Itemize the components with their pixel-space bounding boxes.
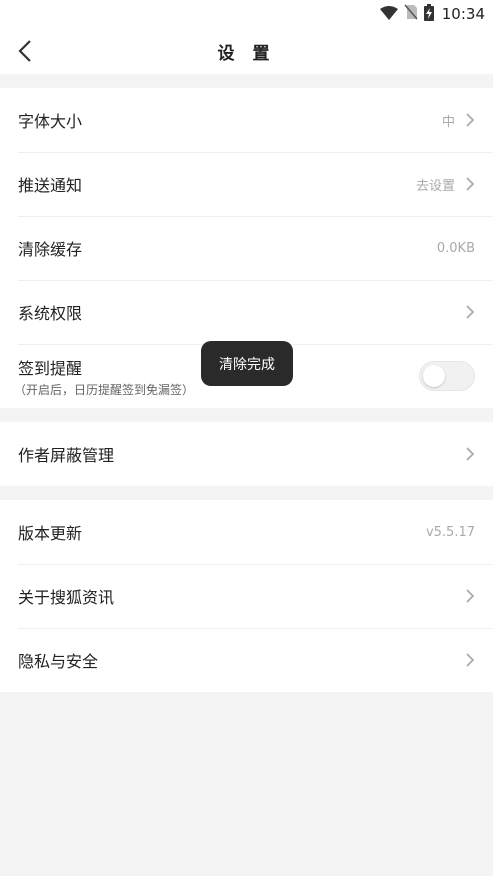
status-bar: 10:34 [0, 0, 493, 28]
header: 设 置 [0, 28, 493, 74]
about-label: 关于搜狐资讯 [18, 588, 115, 607]
privacy-label: 隐私与安全 [18, 652, 99, 671]
blocked-authors-row[interactable]: 作者屏蔽管理 [0, 422, 493, 486]
chevron-left-icon [18, 40, 31, 62]
privacy-row[interactable]: 隐私与安全 [0, 628, 493, 692]
push-row[interactable]: 推送通知 去设置 [0, 152, 493, 216]
cache-size: 0.0KB [436, 240, 475, 256]
font-size-value: 中 [441, 114, 455, 130]
page-title: 设 置 [217, 43, 276, 64]
status-time: 10:34 [441, 5, 485, 23]
font-size-label: 字体大小 [18, 112, 83, 131]
checkin-toggle[interactable] [419, 361, 475, 391]
settings-group-3: 版本更新 v5.5.17 关于搜狐资讯 隐私与安全 [0, 500, 493, 692]
chevron-right-icon [466, 653, 475, 667]
chevron-right-icon [466, 447, 475, 461]
no-sim-icon [404, 4, 418, 24]
version-label: 版本更新 [18, 524, 83, 543]
permissions-row[interactable]: 系统权限 [0, 280, 493, 344]
clear-cache-row[interactable]: 清除缓存 0.0KB [0, 216, 493, 280]
blocked-authors-label: 作者屏蔽管理 [18, 446, 115, 465]
push-value: 去设置 [415, 178, 455, 194]
chevron-right-icon [466, 305, 475, 319]
wifi-icon [379, 5, 398, 24]
chevron-right-icon [466, 177, 475, 191]
toggle-knob [423, 365, 445, 387]
version-row[interactable]: 版本更新 v5.5.17 [0, 500, 493, 564]
push-label: 推送通知 [18, 176, 83, 195]
permissions-label: 系统权限 [18, 304, 83, 323]
about-row[interactable]: 关于搜狐资讯 [0, 564, 493, 628]
version-value: v5.5.17 [425, 524, 475, 540]
toast-message: 清除完成 [201, 341, 293, 386]
settings-group-2: 作者屏蔽管理 [0, 422, 493, 486]
checkin-sublabel: （开启后，日历提醒签到免漏签） [14, 382, 195, 397]
battery-charging-icon [423, 3, 434, 25]
cache-label: 清除缓存 [18, 240, 83, 259]
chevron-right-icon [466, 113, 475, 127]
font-size-row[interactable]: 字体大小 中 [0, 88, 493, 152]
back-button[interactable] [14, 40, 36, 62]
chevron-right-icon [466, 589, 475, 603]
checkin-label: 签到提醒 [18, 358, 83, 378]
